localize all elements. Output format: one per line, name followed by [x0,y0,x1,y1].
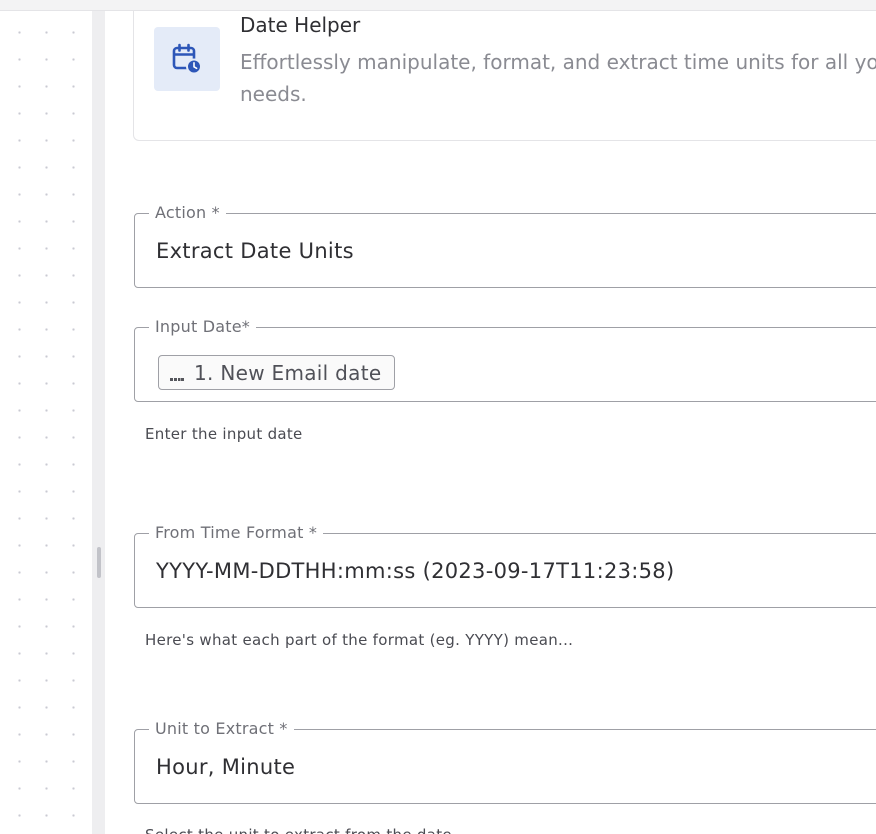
from-time-format-field[interactable]: From Time Format * YYYY-MM-DDTHH:mm:ss (… [134,523,876,608]
resize-handle[interactable] [97,547,101,578]
input-date-helper: Enter the input date [145,425,303,443]
step-config-panel: Date Helper Effortlessly manipulate, for… [105,11,876,834]
variable-chip-label: 1. New Email date [194,360,382,385]
app-title: Date Helper [240,13,361,37]
unit-to-extract-helper: Select the unit to extract from the date [145,826,452,834]
panel-divider [92,11,105,834]
action-field[interactable]: Action * Extract Date Units [134,203,876,288]
format-help-text[interactable]: Here's what each part of the format (eg.… [145,631,573,649]
from-time-format-value: YYYY-MM-DDTHH:mm:ss (2023-09-17T11:23:58… [156,559,675,583]
action-value: Extract Date Units [156,239,354,263]
email-app-icon [170,369,184,381]
input-date-field[interactable]: Input Date* 1. New Email date [134,317,876,402]
unit-to-extract-value: Hour, Minute [156,755,296,779]
top-bar [0,0,876,11]
action-label: Action * [149,203,226,222]
variable-chip[interactable]: 1. New Email date [158,355,396,390]
from-time-format-label: From Time Format * [149,523,324,542]
unit-to-extract-label: Unit to Extract * [149,719,294,738]
workflow-canvas[interactable] [0,11,92,834]
unit-to-extract-field[interactable]: Unit to Extract * Hour, Minute [134,719,876,804]
app-description: Effortlessly manipulate, format, and ext… [240,50,876,106]
calendar-clock-icon [154,27,220,91]
input-date-label: Input Date* [149,317,256,336]
app-info-card: Date Helper Effortlessly manipulate, for… [133,11,876,141]
